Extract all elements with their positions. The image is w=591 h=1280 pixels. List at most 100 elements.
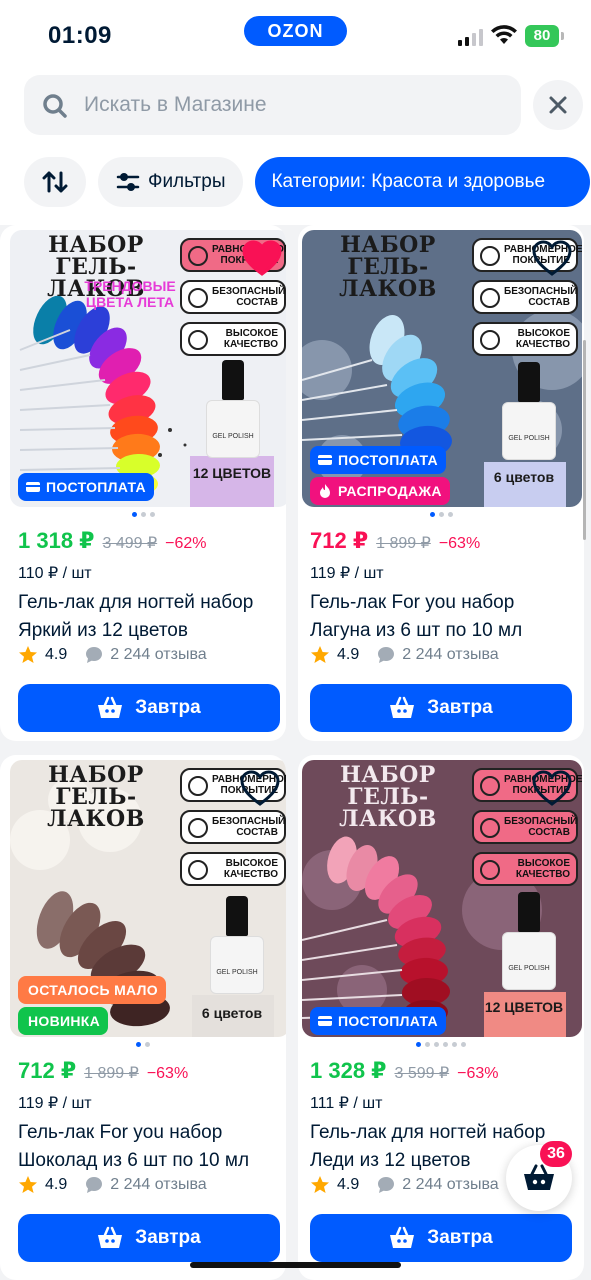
discount: −63% [146,1065,189,1082]
close-icon [549,96,567,114]
feature-badge: БЕЗОПАСНЫЙ СОСТАВ [472,810,578,844]
new-badge: НОВИНКА [18,1007,109,1035]
filters-button[interactable]: Фильтры [98,157,244,207]
home-indicator[interactable] [190,1262,401,1268]
sale-badge: РАСПРОДАЖА [310,477,450,505]
polish-bottle-illustration: GEL POLISH [210,896,264,994]
feature-badge: БЕЗОПАСНЫЙ СОСТАВ [180,810,286,844]
color-count-badge: 12 ЦВЕТОВ [484,992,564,1037]
postpay-badge: ПОСТОПЛАТА [310,1007,446,1035]
reviews-count[interactable]: 2 244 отзыва [110,646,206,664]
price-row: 712 ₽ 1 899 ₽ −63% [18,1058,188,1084]
polish-bottle-illustration: GEL POLISH [206,360,260,458]
old-price: 3 499 ₽ [102,535,158,552]
sort-button[interactable] [24,157,86,207]
product-name[interactable]: Гель-лак For you набор Шоколад из 6 шт п… [18,1119,280,1175]
star-icon [311,646,329,663]
current-price: 712 ₽ [310,528,369,553]
discount: −63% [438,535,481,552]
low-stock-badge: ОСТАЛОСЬ МАЛО [18,976,166,1004]
add-to-cart-button[interactable]: Завтра [18,1214,280,1262]
rating-row: 4.9 2 244 отзыва [18,645,207,665]
product-card[interactable]: НАБОР ГЕЛЬ-ЛАКОВ ТРЕНДОВЫЕ ЦВЕТА ЛЕТА РА… [0,225,286,741]
product-image[interactable]: НАБОР ГЕЛЬ-ЛАКОВ РАВНОМЕРНОЕ ПОКРЫТИЕ БЕ… [302,760,582,1037]
product-image[interactable]: НАБОР ГЕЛЬ-ЛАКОВ РАВНОМЕРНОЕ ПОКРЫТИЕ БЕ… [10,760,286,1037]
rating-row: 4.9 2 244 отзыва [310,1175,499,1195]
price-row: 712 ₽ 1 899 ₽ −63% [310,528,480,554]
fire-icon [320,484,330,498]
star-icon [19,1176,37,1193]
product-name[interactable]: Гель-лак For you набор Лагуна из 6 шт по… [310,589,572,645]
search-icon [43,94,67,118]
image-title: НАБОР ГЕЛЬ-ЛАКОВ [339,232,437,302]
current-price: 1 318 ₽ [18,528,95,553]
filters-icon [116,173,140,191]
favorite-heart-icon[interactable] [532,770,572,806]
basket-icon [390,696,415,718]
reviews-count[interactable]: 2 244 отзыва [110,1176,206,1194]
search-input[interactable] [84,75,504,135]
product-card[interactable]: НАБОР ГЕЛЬ-ЛАКОВ РАВНОМЕРНОЕ ПОКРЫТИЕ БЕ… [0,755,286,1280]
rating-value: 4.9 [45,646,68,663]
reviews-icon [86,1177,103,1193]
signal-icon [458,28,483,46]
polish-bottle-illustration: GEL POLISH [502,362,556,460]
card-icon [318,455,332,465]
basket-icon [524,1164,554,1190]
button-label: Завтра [427,697,493,718]
add-to-cart-button[interactable]: Завтра [18,684,280,732]
card-icon [318,1016,332,1026]
feature-badge: ВЫСОКОЕ КАЧЕСТВО [472,322,578,356]
favorite-heart-icon[interactable] [532,240,572,276]
reviews-count[interactable]: 2 244 отзыва [402,1176,498,1194]
old-price: 1 899 ₽ [376,535,431,552]
basket-icon [390,1226,415,1248]
current-price: 1 328 ₽ [310,1058,387,1083]
unit-price: 119 ₽ / шт [310,565,384,582]
discount: −62% [165,535,207,552]
color-count-badge: 6 цветов [192,998,272,1037]
add-to-cart-button[interactable]: Завтра [310,684,572,732]
image-title: НАБОР ГЕЛЬ-ЛАКОВ [47,762,145,832]
reviews-icon [378,647,395,663]
discount: −63% [457,1065,499,1082]
image-subtitle: ТРЕНДОВЫЕ ЦВЕТА ЛЕТА [84,278,176,310]
search-header: Фильтры Категории: Красота и здоровье [0,70,591,225]
favorite-heart-icon[interactable] [240,770,280,806]
button-label: Завтра [135,697,201,718]
search-box[interactable] [24,75,521,135]
card-icon [26,482,40,492]
close-button[interactable] [533,80,583,130]
cart-count-badge: 36 [540,1141,572,1167]
reviews-count[interactable]: 2 244 отзыва [402,646,498,664]
rating-value: 4.9 [45,1176,68,1193]
product-name[interactable]: Гель-лак для ногтей набор Яркий из 12 цв… [18,589,280,645]
filters-row: Фильтры Категории: Красота и здоровье [24,157,591,207]
star-icon [311,1176,329,1193]
image-carousel-dots [0,512,286,517]
feature-badge: ВЫСОКОЕ КАЧЕСТВО [180,852,286,886]
image-carousel-dots [0,1042,286,1047]
scrollbar[interactable] [583,340,586,540]
sort-icon [42,171,68,193]
product-image[interactable]: НАБОР ГЕЛЬ-ЛАКОВ ТРЕНДОВЫЕ ЦВЕТА ЛЕТА РА… [10,230,286,507]
reviews-icon [86,647,103,663]
status-time: 01:09 [48,22,112,49]
favorite-heart-icon[interactable] [242,240,282,276]
reviews-icon [378,1177,395,1193]
product-card[interactable]: НАБОР ГЕЛЬ-ЛАКОВ РАВНОМЕРНОЕ ПОКРЫТИЕ БЕ… [298,225,584,741]
category-chip[interactable]: Категории: Красота и здоровье [255,157,591,207]
image-carousel-dots [298,512,584,517]
add-to-cart-button[interactable]: Завтра [310,1214,572,1262]
rating-row: 4.9 2 244 отзыва [18,1175,207,1195]
product-image[interactable]: НАБОР ГЕЛЬ-ЛАКОВ РАВНОМЕРНОЕ ПОКРЫТИЕ БЕ… [302,230,582,507]
unit-price: 119 ₽ / шт [18,1095,92,1112]
color-count-badge: 6 цветов [484,462,564,507]
ozon-logo[interactable]: OZON [244,16,347,46]
battery-indicator: 80 [525,25,559,47]
star-icon [19,646,37,663]
status-bar: 01:09 OZON 80 [0,0,591,70]
filters-label: Фильтры [148,171,226,192]
wifi-icon [491,25,517,44]
price-row: 1 318 ₽ 3 499 ₽ −62% [18,528,207,554]
